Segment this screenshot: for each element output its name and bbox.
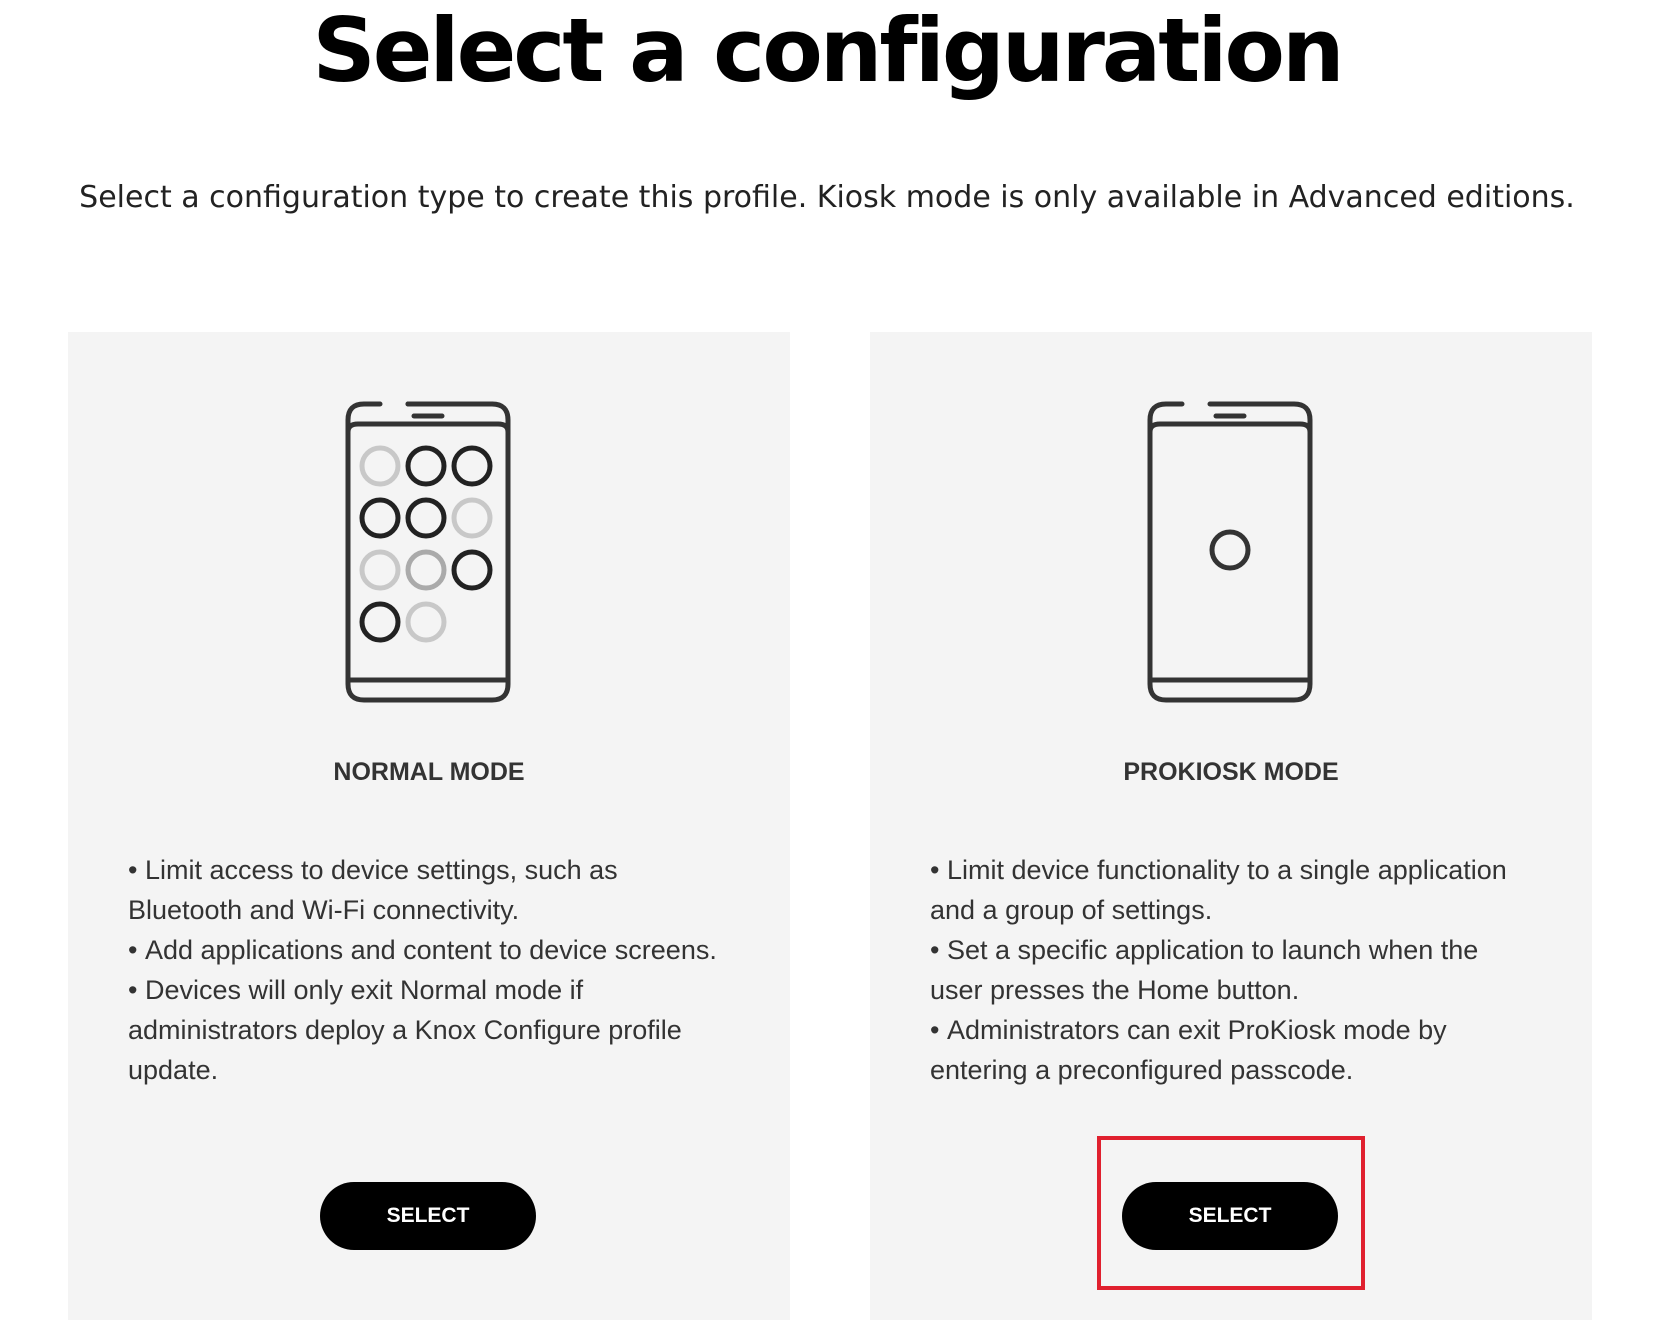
prokiosk-mode-description: Limit device functionality to a single a… [930, 850, 1530, 1090]
normal-mode-bullet: Add applications and content to device s… [128, 930, 728, 970]
normal-mode-title: NORMAL MODE [333, 758, 525, 786]
prokiosk-mode-title: PROKIOSK MODE [1123, 758, 1339, 786]
prokiosk-mode-card: PROKIOSK MODE Limit device functionality… [870, 332, 1592, 1320]
normal-mode-description: Limit access to device settings, such as… [128, 850, 728, 1090]
normal-mode-bullet: Limit access to device settings, such as… [128, 850, 728, 930]
phone-single-app-icon [1147, 401, 1313, 703]
page-title: Select a configuration [312, 0, 1344, 102]
prokiosk-mode-bullet: Administrators can exit ProKiosk mode by… [930, 1010, 1530, 1090]
prokiosk-mode-select-button[interactable]: SELECT [1122, 1182, 1338, 1250]
normal-mode-select-button[interactable]: SELECT [320, 1182, 536, 1250]
phone-app-grid-icon [345, 401, 511, 703]
prokiosk-mode-bullet: Limit device functionality to a single a… [930, 850, 1530, 930]
normal-mode-bullet: Devices will only exit Normal mode if ad… [128, 970, 728, 1090]
normal-mode-card: NORMAL MODE Limit access to device setti… [68, 332, 790, 1320]
prokiosk-mode-bullet: Set a specific application to launch whe… [930, 930, 1530, 1010]
page-subtitle: Select a configuration type to create th… [79, 180, 1575, 215]
